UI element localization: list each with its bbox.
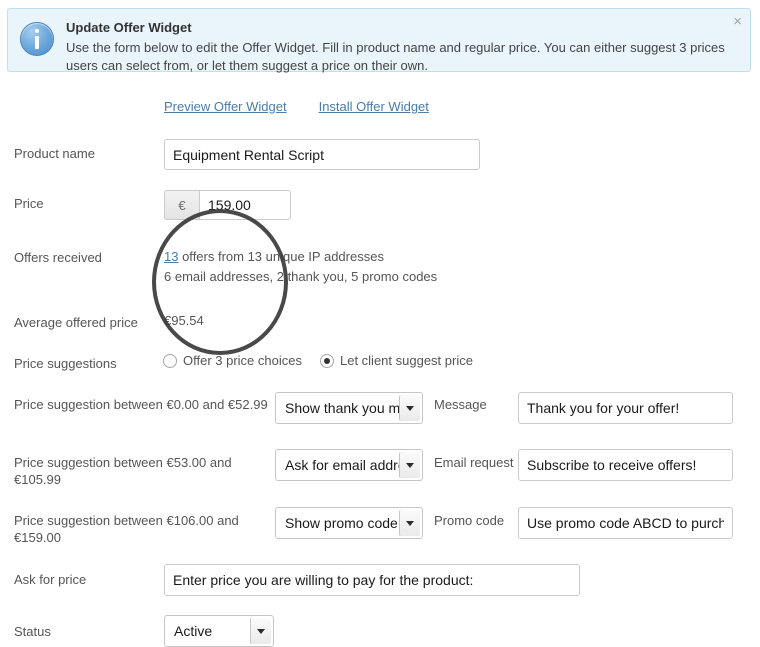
tier1-label: Price suggestion between €0.00 and €52.9… <box>14 397 268 412</box>
tier1-action-select[interactable]: Show thank you m <box>275 392 423 424</box>
chevron-down-icon[interactable] <box>250 618 271 644</box>
banner-text: Update Offer Widget Use the form below t… <box>66 19 738 75</box>
status-select[interactable]: Active <box>164 615 274 647</box>
tier3-label: Price suggestion between €106.00 and €15… <box>14 513 239 545</box>
tier2-label: Price suggestion between €53.00 and €105… <box>14 455 232 487</box>
price-suggestions-label: Price suggestions <box>14 356 117 371</box>
offers-received-value: 13 offers from 13 unique IP addresses 6 … <box>164 247 437 287</box>
radio-let-client-suggest-price[interactable] <box>319 353 334 368</box>
chevron-down-icon[interactable] <box>399 510 420 536</box>
ask-for-price-label: Ask for price <box>14 572 87 587</box>
banner-body: Use the form below to edit the Offer Wid… <box>66 40 725 73</box>
status-select-value: Active <box>174 623 213 639</box>
status-label: Status <box>14 624 51 639</box>
tier3-side-label: Promo code <box>434 513 505 528</box>
ask-for-price-input[interactable] <box>164 564 580 596</box>
chevron-down-icon[interactable] <box>399 452 420 478</box>
tier2-action-select[interactable]: Ask for email addre <box>275 449 423 481</box>
radio-offer-3-price-choices[interactable] <box>163 353 177 368</box>
offers-line-1: 13 offers from 13 unique IP addresses <box>164 247 437 267</box>
price-label: Price <box>14 196 44 211</box>
chevron-down-icon[interactable] <box>399 395 420 421</box>
radio-let-client-suggest-price-label[interactable]: Let client suggest price <box>340 353 473 368</box>
offers-line-2: 6 email addresses, 2 thank you, 5 promo … <box>164 269 438 284</box>
radio-offer-3-price-choices-label[interactable]: Offer 3 price choices <box>183 353 302 368</box>
top-links: Preview Offer Widget Install Offer Widge… <box>164 99 429 114</box>
tier3-action-select-value: Show promo code <box>285 515 398 531</box>
price-input-group[interactable]: € 159.00 <box>164 190 291 220</box>
info-icon <box>20 22 54 56</box>
tier3-promo-code-input[interactable] <box>518 507 733 539</box>
tier1-action-select-value: Show thank you m <box>285 400 399 416</box>
tier3-action-select[interactable]: Show promo code <box>275 507 423 539</box>
install-offer-widget-link[interactable]: Install Offer Widget <box>319 99 429 114</box>
price-suggestions-radio-group: Offer 3 price choices Let client suggest… <box>163 353 491 368</box>
currency-addon: € <box>164 190 199 220</box>
info-banner: Update Offer Widget Use the form below t… <box>7 8 751 75</box>
preview-offer-widget-link[interactable]: Preview Offer Widget <box>164 99 287 114</box>
tier1-side-label: Message <box>434 397 487 412</box>
offers-received-label: Offers received <box>14 250 102 265</box>
product-name-input[interactable] <box>164 139 480 170</box>
offers-line-1-rest: offers from 13 unique IP addresses <box>178 249 384 264</box>
banner-title: Update Offer Widget <box>66 20 192 35</box>
average-offered-price-value: €95.54 <box>164 313 204 328</box>
tier2-side-label: Email request <box>434 455 514 470</box>
tier1-message-input[interactable] <box>518 392 733 424</box>
price-input[interactable]: 159.00 <box>199 190 291 220</box>
tier2-email-request-input[interactable] <box>518 449 733 481</box>
offers-count-link[interactable]: 13 <box>164 249 178 264</box>
average-offered-price-label: Average offered price <box>14 315 138 330</box>
tier2-action-select-value: Ask for email addre <box>285 457 399 473</box>
product-name-label: Product name <box>14 146 95 161</box>
close-icon[interactable]: × <box>733 14 742 29</box>
